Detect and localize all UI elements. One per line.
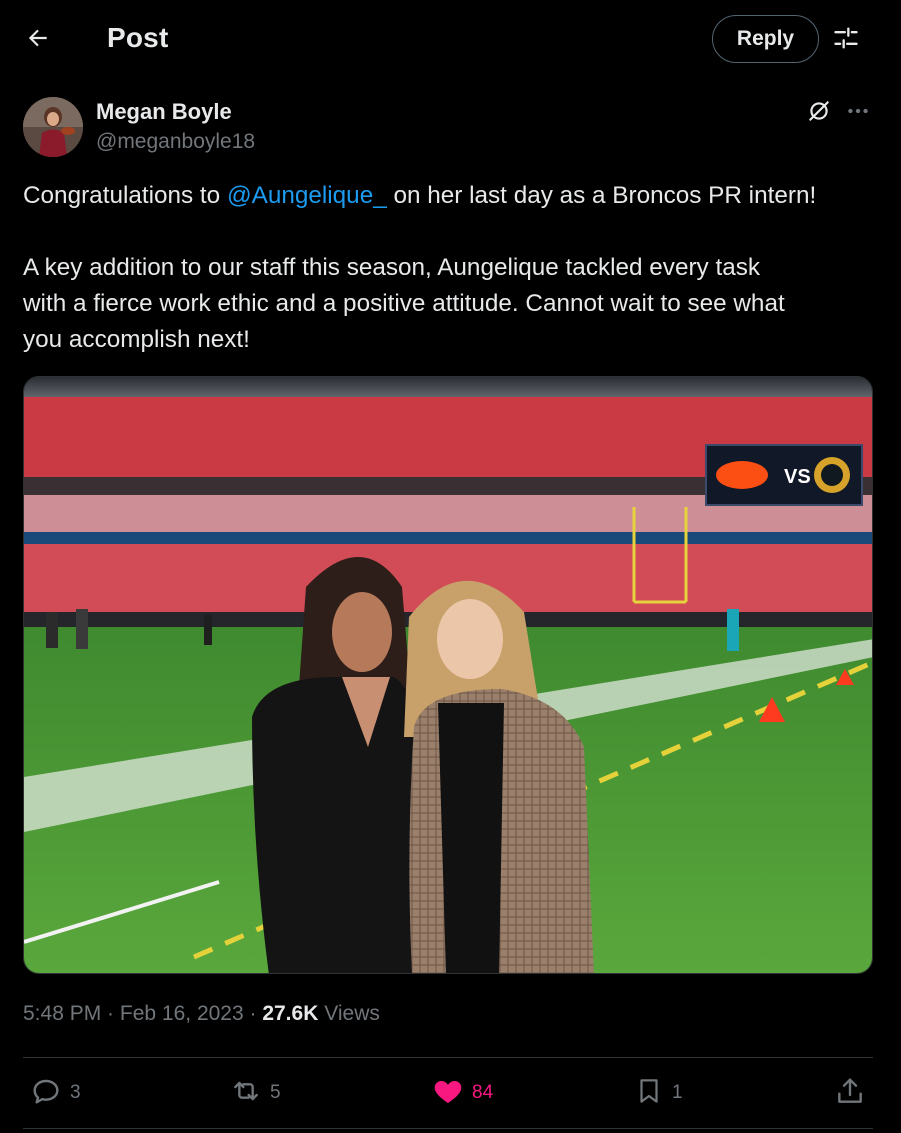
top-bar: Post Reply xyxy=(0,0,901,80)
post-meta: 5:48 PM · Feb 16, 2023 · 27.6K Views xyxy=(23,1002,380,1026)
share-icon xyxy=(834,1075,866,1112)
share-action[interactable] xyxy=(834,1070,866,1116)
sliders-icon xyxy=(832,24,860,57)
tweet-line: Congratulations to @Aungelique_ on her l… xyxy=(23,178,879,214)
action-bar: 3 5 84 1 xyxy=(0,1070,901,1116)
views-label: Views xyxy=(324,1002,380,1025)
like-count: 84 xyxy=(472,1082,494,1103)
bookmark-icon xyxy=(634,1075,664,1112)
meta-separator: · xyxy=(243,1002,263,1025)
post-date[interactable]: Feb 16, 2023 xyxy=(120,1002,244,1025)
grok-button[interactable] xyxy=(804,98,834,128)
meta-separator: · xyxy=(101,1002,120,1025)
bookmark-action[interactable]: 1 xyxy=(634,1070,683,1116)
back-arrow-icon xyxy=(25,25,51,56)
avatar[interactable] xyxy=(23,97,83,157)
like-action[interactable]: 84 xyxy=(432,1070,493,1116)
back-button[interactable] xyxy=(18,20,58,60)
more-button[interactable] xyxy=(843,98,873,128)
tweet-line: A key addition to our staff this season,… xyxy=(23,254,761,281)
tweet-line: with a fierce work ethic and a positive … xyxy=(23,290,785,317)
repost-action[interactable]: 5 xyxy=(230,1070,281,1116)
divider xyxy=(23,1057,873,1058)
bookmark-count: 1 xyxy=(672,1082,683,1103)
tweet-text-segment: Congratulations to xyxy=(23,182,227,209)
heart-filled-icon xyxy=(432,1075,464,1112)
post-time[interactable]: 5:48 PM xyxy=(23,1002,101,1025)
mention-link[interactable]: @Aungelique_ xyxy=(227,182,387,209)
filter-button[interactable] xyxy=(826,20,866,60)
reply-button[interactable]: Reply xyxy=(712,15,819,63)
reply-count: 3 xyxy=(70,1082,81,1103)
tweet-line: you accomplish next! xyxy=(23,326,250,353)
grok-icon xyxy=(806,98,832,129)
divider xyxy=(23,1128,873,1129)
tweet-photo[interactable]: VS xyxy=(23,376,873,974)
repost-count: 5 xyxy=(270,1082,281,1103)
tweet-text: Congratulations to @Aungelique_ on her l… xyxy=(23,178,879,358)
repost-icon xyxy=(230,1075,262,1112)
reply-action[interactable]: 3 xyxy=(30,1070,81,1116)
page-title: Post xyxy=(107,22,169,53)
scoreboard-text: VS xyxy=(784,466,811,488)
reply-icon xyxy=(30,1075,62,1112)
author-handle[interactable]: @meganboyle18 xyxy=(96,130,255,154)
author-name[interactable]: Megan Boyle xyxy=(96,99,232,125)
more-horizontal-icon xyxy=(845,98,871,129)
tweet-text-segment: on her last day as a Broncos PR intern! xyxy=(386,182,817,209)
views-count: 27.6K xyxy=(262,1002,319,1025)
